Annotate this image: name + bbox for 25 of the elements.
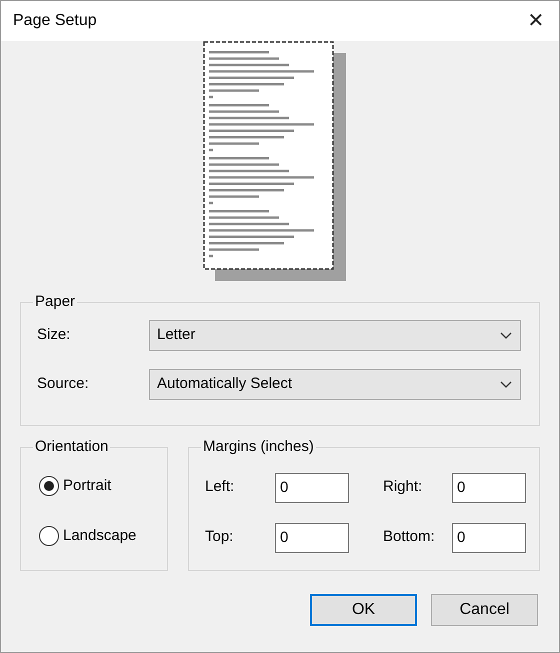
input-field[interactable]: 0 <box>275 472 349 502</box>
input-field[interactable]: 0 <box>275 522 349 552</box>
dropdown[interactable]: Automatically Select <box>149 368 521 400</box>
radio-button[interactable] <box>39 526 59 546</box>
radio-button[interactable] <box>39 476 59 496</box>
close-button[interactable]: ✕ <box>513 1 559 41</box>
radio-option[interactable]: Landscape <box>39 525 149 548</box>
field-label: Bottom: <box>383 527 436 548</box>
chevron-down-icon <box>500 380 512 388</box>
input-field[interactable]: 0 <box>452 472 526 502</box>
group-title: Paper <box>34 292 76 312</box>
field-label: Right: <box>383 477 424 498</box>
input-field[interactable]: 0 <box>452 522 526 552</box>
field-label: Top: <box>205 527 234 548</box>
field-label: Size: <box>37 324 72 345</box>
dialog-button[interactable]: Cancel <box>431 594 538 626</box>
field-label: Source: <box>37 374 90 394</box>
chevron-down-icon <box>500 332 512 338</box>
group-title: Orientation <box>34 437 110 457</box>
window-title: Page Setup <box>13 11 97 31</box>
group-title: Margins (inches) <box>202 437 315 457</box>
dropdown[interactable]: Letter <box>149 320 521 350</box>
field-label: Left: <box>205 477 236 498</box>
radio-option[interactable]: Portrait <box>39 474 149 497</box>
dialog-button[interactable]: OK <box>310 594 417 626</box>
